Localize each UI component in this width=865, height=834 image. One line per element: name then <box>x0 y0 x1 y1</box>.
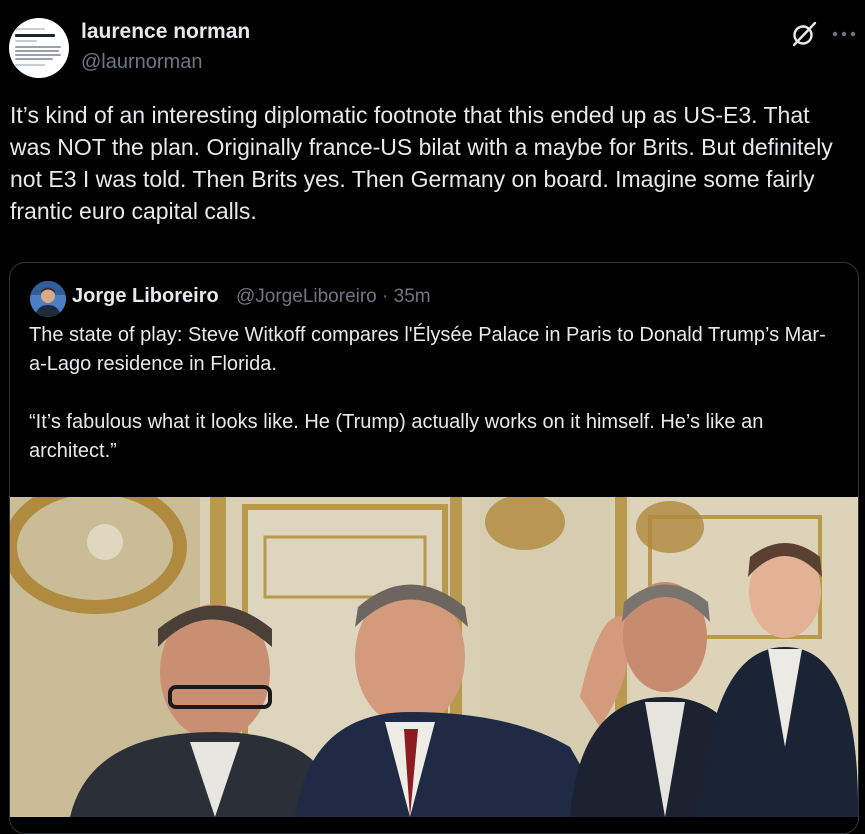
quoted-tweet[interactable]: Jorge Liboreiro @JorgeLiboreiro · 35m Th… <box>9 262 859 834</box>
author-display-name[interactable]: laurence norman <box>81 20 250 44</box>
quoted-paragraph: “It’s fabulous what it looks like. He (T… <box>29 411 764 462</box>
quoted-paragraph: The state of play: Steve Witkoff compare… <box>29 324 826 375</box>
quoted-author-name[interactable]: Jorge Liboreiro <box>72 285 219 308</box>
quoted-author-avatar <box>30 281 66 317</box>
author-handle[interactable]: @laurnorman <box>81 51 202 74</box>
tweet-text: It’s kind of an interesting diplomatic f… <box>10 102 833 224</box>
grok-icon[interactable] <box>790 20 818 48</box>
person-avatar-icon <box>30 281 66 317</box>
quoted-author-handle-time[interactable]: @JorgeLiboreiro · 35m <box>236 286 431 308</box>
quoted-tweet-text: The state of play: Steve Witkoff compare… <box>29 321 839 466</box>
more-icon[interactable] <box>830 22 858 46</box>
author-avatar[interactable] <box>9 18 69 78</box>
quoted-media-image[interactable] <box>10 497 858 817</box>
